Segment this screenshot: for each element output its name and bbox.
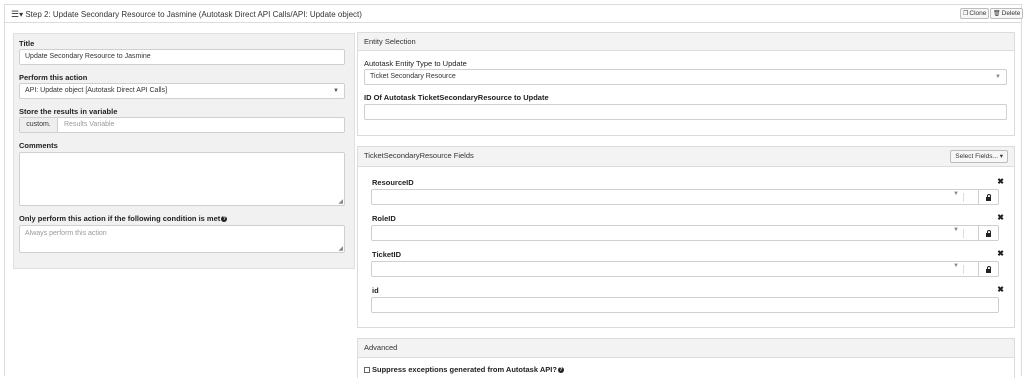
advanced-panel: Advanced Suppress exceptions generated f… <box>357 338 1015 378</box>
comments-label: Comments <box>19 141 58 150</box>
copy-icon: ❐ <box>963 11 969 17</box>
caret-down-icon: ▾ <box>999 153 1003 160</box>
remove-field-icon[interactable]: ✖ <box>997 249 1004 258</box>
step-header: ☰▾ Step 2: Update Secondary Resource to … <box>5 5 1024 23</box>
caret-down-icon: ▼ <box>953 263 959 269</box>
resourceid-select[interactable]: ▼ <box>371 189 979 205</box>
fields-panel: TicketSecondaryResource Fields Select Fi… <box>357 146 1015 328</box>
remove-field-icon[interactable]: ✖ <box>997 213 1004 222</box>
variable-prefix: custom. <box>20 118 58 132</box>
step-card: ☰▾ Step 2: Update Secondary Resource to … <box>4 4 1024 378</box>
condition-label: Only perform this action if the followin… <box>19 214 228 223</box>
suppress-exceptions-label: Suppress exceptions generated from Autot… <box>372 365 557 374</box>
lock-button[interactable] <box>979 261 999 277</box>
remove-field-icon[interactable]: ✖ <box>997 285 1004 294</box>
lock-icon-body <box>986 269 991 273</box>
remove-field-icon[interactable]: ✖ <box>997 177 1004 186</box>
title-input[interactable]: Update Secondary Resource to Jasmine <box>19 49 345 65</box>
resize-grip-icon[interactable]: ◢ <box>338 245 343 252</box>
caret-down-icon: ▼ <box>953 191 959 197</box>
field-label-roleid: RoleID <box>372 214 396 223</box>
action-select-value: API: Update object [Autotask Direct API … <box>25 87 168 94</box>
suppress-exceptions-checkbox[interactable] <box>364 367 370 374</box>
select-fields-button[interactable]: Select Fields... ▾ <box>950 150 1008 163</box>
field-label-resourceid: ResourceID <box>372 178 414 187</box>
entity-type-select[interactable]: Ticket Secondary Resource ▼ <box>364 69 1007 85</box>
action-label: Perform this action <box>19 73 88 82</box>
roleid-select[interactable]: ▼ <box>371 225 979 241</box>
trash-icon: 🗑 <box>993 11 1001 17</box>
lock-icon-body <box>986 233 991 237</box>
condition-textarea[interactable]: Always perform this action ◢ <box>19 225 345 253</box>
condition-placeholder: Always perform this action <box>25 230 107 237</box>
entity-selection-panel: Entity Selection Autotask Entity Type to… <box>357 32 1015 136</box>
lock-icon-body <box>986 197 991 201</box>
delete-button[interactable]: 🗑Delete <box>990 8 1024 19</box>
ticketid-select[interactable]: ▼ <box>371 261 979 277</box>
entity-type-label: Autotask Entity Type to Update <box>364 59 467 68</box>
field-label-id: id <box>372 286 379 295</box>
entity-id-input[interactable] <box>364 104 1007 120</box>
fields-heading-text: TicketSecondaryResource Fields <box>364 151 474 160</box>
caret-down-icon: ▼ <box>995 74 1001 80</box>
lock-button[interactable] <box>979 225 999 241</box>
select-divider <box>963 193 964 202</box>
caret-down-icon[interactable]: ▾ <box>19 10 23 19</box>
advanced-heading: Advanced <box>358 339 1014 358</box>
results-variable-input[interactable]: Results Variable <box>64 118 114 132</box>
resize-grip-icon[interactable]: ◢ <box>338 198 343 205</box>
caret-down-icon: ▼ <box>333 88 339 94</box>
select-divider <box>963 229 964 238</box>
step-title-text: Step 2: Update Secondary Resource to Jas… <box>25 10 362 19</box>
entity-type-value: Ticket Secondary Resource <box>370 73 456 80</box>
field-label-ticketid: TicketID <box>372 250 402 259</box>
fields-heading: TicketSecondaryResource Fields <box>358 147 1014 167</box>
drag-menu-icon[interactable]: ☰ <box>11 9 19 19</box>
suppress-exceptions-row[interactable]: Suppress exceptions generated from Autot… <box>364 365 564 374</box>
caret-down-icon: ▼ <box>953 227 959 233</box>
lock-button[interactable] <box>979 189 999 205</box>
help-icon[interactable]: ? <box>221 216 228 223</box>
clone-button[interactable]: ❐Clone <box>960 8 990 19</box>
entity-id-label: ID Of Autotask TicketSecondaryResource t… <box>364 93 549 102</box>
entity-selection-heading: Entity Selection <box>358 33 1014 51</box>
step-title[interactable]: ☰▾ Step 2: Update Secondary Resource to … <box>11 9 362 20</box>
title-label: Title <box>19 39 35 48</box>
action-select[interactable]: API: Update object [Autotask Direct API … <box>19 83 345 99</box>
select-divider <box>963 265 964 274</box>
id-input[interactable] <box>371 297 999 313</box>
results-variable-field[interactable]: custom. Results Variable <box>19 117 345 133</box>
help-icon[interactable]: ? <box>557 367 564 374</box>
action-settings-panel: Title Update Secondary Resource to Jasmi… <box>13 33 355 269</box>
select-fields-label: Select Fields... <box>955 153 998 160</box>
store-label: Store the results in variable <box>19 107 118 116</box>
comments-textarea[interactable]: ◢ <box>19 152 345 206</box>
